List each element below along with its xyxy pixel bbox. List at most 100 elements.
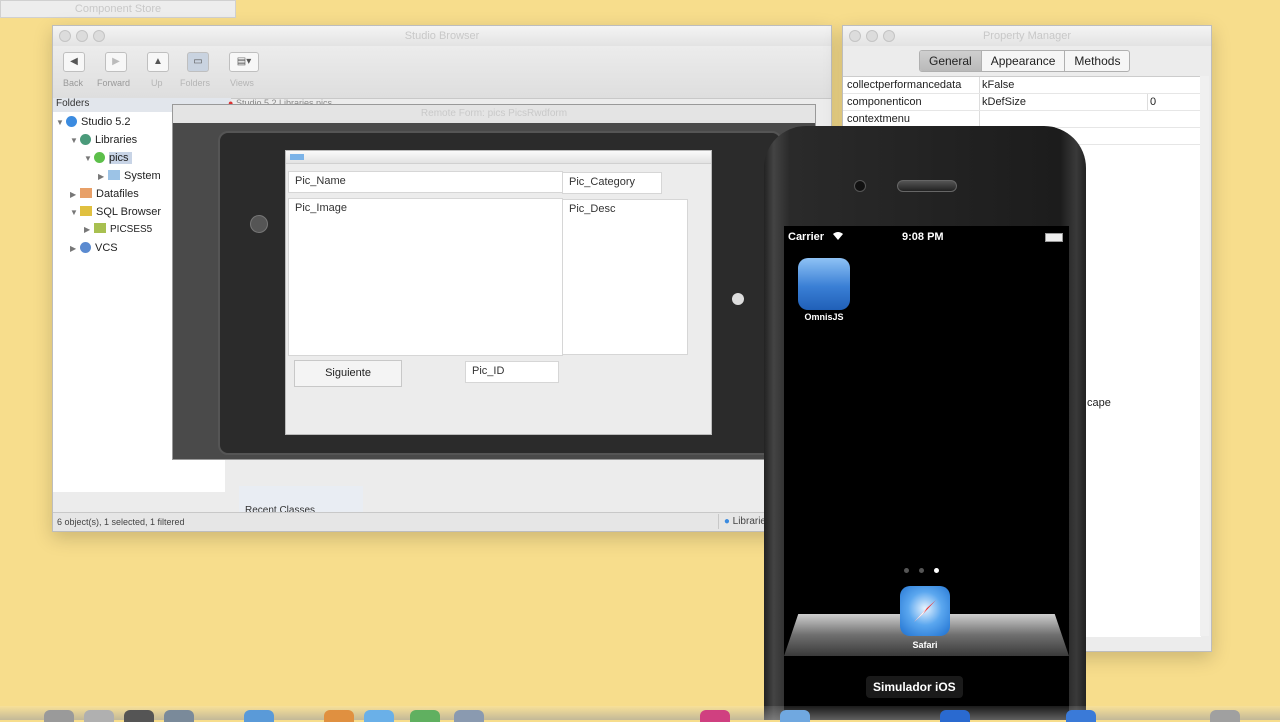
property-row[interactable]: collectperformancedata kFalse [843, 77, 1201, 94]
dock-app-icon[interactable] [124, 710, 154, 722]
tree-label: Datafiles [96, 188, 139, 200]
back-label: Back [63, 78, 84, 88]
close-light-icon[interactable] [59, 30, 71, 42]
property-value[interactable]: kFalse [979, 77, 1014, 93]
dock-app-icon[interactable] [164, 710, 194, 722]
globe-icon [66, 116, 77, 127]
minimize-light-icon[interactable] [76, 30, 88, 42]
dock-app-icon[interactable] [410, 710, 440, 722]
tree-item-picses5[interactable]: ▶ PICSES5 [84, 222, 152, 238]
pic-name-field[interactable]: Pic_Name [288, 171, 563, 193]
remote-form-titlebar[interactable]: Remote Form: pics PicsRwdform [173, 105, 815, 123]
close-light-icon[interactable] [849, 30, 861, 42]
disclosure-open-icon[interactable]: ▼ [70, 205, 80, 221]
pic-category-field[interactable]: Pic_Category [562, 172, 662, 194]
disclosure-closed-icon[interactable]: ▶ [70, 241, 80, 257]
views-button[interactable]: ▤▾ [229, 52, 259, 72]
siguiente-button[interactable]: Siguiente [294, 360, 402, 387]
iphone-simulator[interactable]: Carrier 9:08 PM OmnisJS Safari [764, 126, 1086, 720]
status-text: 6 object(s), 1 selected, 1 filtered [57, 517, 185, 527]
property-tabs: General Appearance Methods [919, 50, 1131, 72]
disclosure-closed-icon[interactable]: ▶ [84, 222, 94, 238]
partial-value: cape [1087, 397, 1111, 409]
safari-app-icon[interactable] [900, 586, 950, 636]
tree-item-pics[interactable]: ▼ pics [84, 150, 132, 166]
dock-app-icon[interactable] [700, 710, 730, 722]
safari-app-label: Safari [912, 640, 938, 650]
folder-icon: ▭ [193, 56, 203, 67]
property-value[interactable] [979, 111, 982, 127]
property-value[interactable]: kDefSize [979, 94, 1026, 110]
scrollbar[interactable] [1200, 76, 1209, 636]
pic-desc-field[interactable]: Pic_Desc [562, 199, 688, 355]
dock-app-icon[interactable] [454, 710, 484, 722]
property-row[interactable]: componenticon kDefSize 0 [843, 94, 1201, 111]
tree-item-sql-browser[interactable]: ▼ SQL Browser [70, 204, 161, 220]
up-label: Up [151, 78, 163, 88]
dock-app-icon[interactable] [84, 710, 114, 722]
minimize-light-icon[interactable] [866, 30, 878, 42]
database-icon [80, 206, 92, 216]
zoom-light-icon[interactable] [883, 30, 895, 42]
carrier-label: Carrier [788, 231, 825, 243]
ios-clock: 9:08 PM [902, 231, 944, 243]
property-key: componenticon [847, 96, 922, 108]
wifi-icon [833, 232, 843, 240]
form-canvas[interactable]: Pic_Name Pic_Category Pic_Image Pic_Desc… [285, 150, 712, 435]
dock-app-icon[interactable] [940, 710, 970, 722]
finder-dock-icon[interactable] [44, 710, 74, 722]
disclosure-closed-icon[interactable]: ▶ [70, 187, 80, 203]
tree-label: Libraries [95, 134, 138, 146]
tree-item-vcs[interactable]: ▶ VCS [70, 240, 118, 256]
battery-icon [1045, 233, 1063, 242]
up-button[interactable]: ▲ [147, 52, 169, 72]
omnisjs-app-icon[interactable] [798, 258, 850, 310]
home-button-icon [732, 293, 744, 305]
dock-app-icon[interactable] [1066, 710, 1096, 722]
pic-image-field[interactable]: Pic_Image [288, 198, 563, 356]
disclosure-open-icon[interactable]: ▼ [70, 133, 80, 149]
pic-id-field[interactable]: Pic_ID [465, 361, 559, 383]
tab-methods[interactable]: Methods [1065, 51, 1129, 71]
tree-item-libraries[interactable]: ▼ Libraries [70, 132, 137, 148]
disclosure-open-icon[interactable]: ▼ [56, 115, 66, 131]
studio-browser-titlebar[interactable]: Studio Browser [53, 26, 831, 46]
disclosure-closed-icon[interactable]: ▶ [98, 169, 108, 185]
simulator-tooltip: Simulador iOS [866, 676, 963, 698]
page-indicator[interactable] [904, 568, 939, 573]
folders-toggle-button[interactable]: ▭ [187, 52, 209, 72]
vcs-icon [80, 242, 91, 253]
camera-icon [250, 215, 268, 233]
tree-label: SQL Browser [96, 206, 162, 218]
database-icon [94, 223, 106, 233]
page-dot [919, 568, 924, 573]
dock-app-icon[interactable] [244, 710, 274, 722]
globe-icon: ● [723, 516, 730, 527]
tab-general[interactable]: General [920, 51, 982, 71]
forward-label: Forward [97, 78, 131, 88]
disclosure-open-icon[interactable]: ▼ [84, 151, 94, 167]
tree-item-system[interactable]: ▶ System [98, 168, 161, 184]
compass-icon [914, 600, 936, 622]
back-button[interactable]: ◀ [63, 52, 85, 72]
property-manager-titlebar[interactable]: Property Manager [843, 26, 1211, 46]
window-controls [849, 30, 895, 42]
remote-form-title: Remote Form: pics PicsRwdform [420, 108, 568, 119]
tab-appearance[interactable]: Appearance [982, 51, 1066, 71]
property-key: contextmenu [847, 113, 910, 125]
dock-app-icon[interactable] [780, 710, 810, 722]
property-manager-title: Property Manager [982, 30, 1072, 42]
tree-label: VCS [95, 242, 118, 254]
dock-app-icon[interactable] [324, 710, 354, 722]
property-extra[interactable]: 0 [1147, 94, 1156, 110]
forward-button[interactable]: ▶ [105, 52, 127, 72]
component-store-window[interactable]: Component Store [0, 0, 236, 18]
dock-app-icon[interactable] [364, 710, 394, 722]
zoom-light-icon[interactable] [93, 30, 105, 42]
trash-dock-icon[interactable] [1210, 710, 1240, 722]
datafile-icon [80, 188, 92, 198]
tree-item-datafiles[interactable]: ▶ Datafiles [70, 186, 139, 202]
page-dot-active [934, 568, 939, 573]
iphone-screen[interactable]: Carrier 9:08 PM OmnisJS Safari [784, 226, 1069, 720]
tree-item-studio[interactable]: ▼ Studio 5.2 [56, 114, 131, 130]
